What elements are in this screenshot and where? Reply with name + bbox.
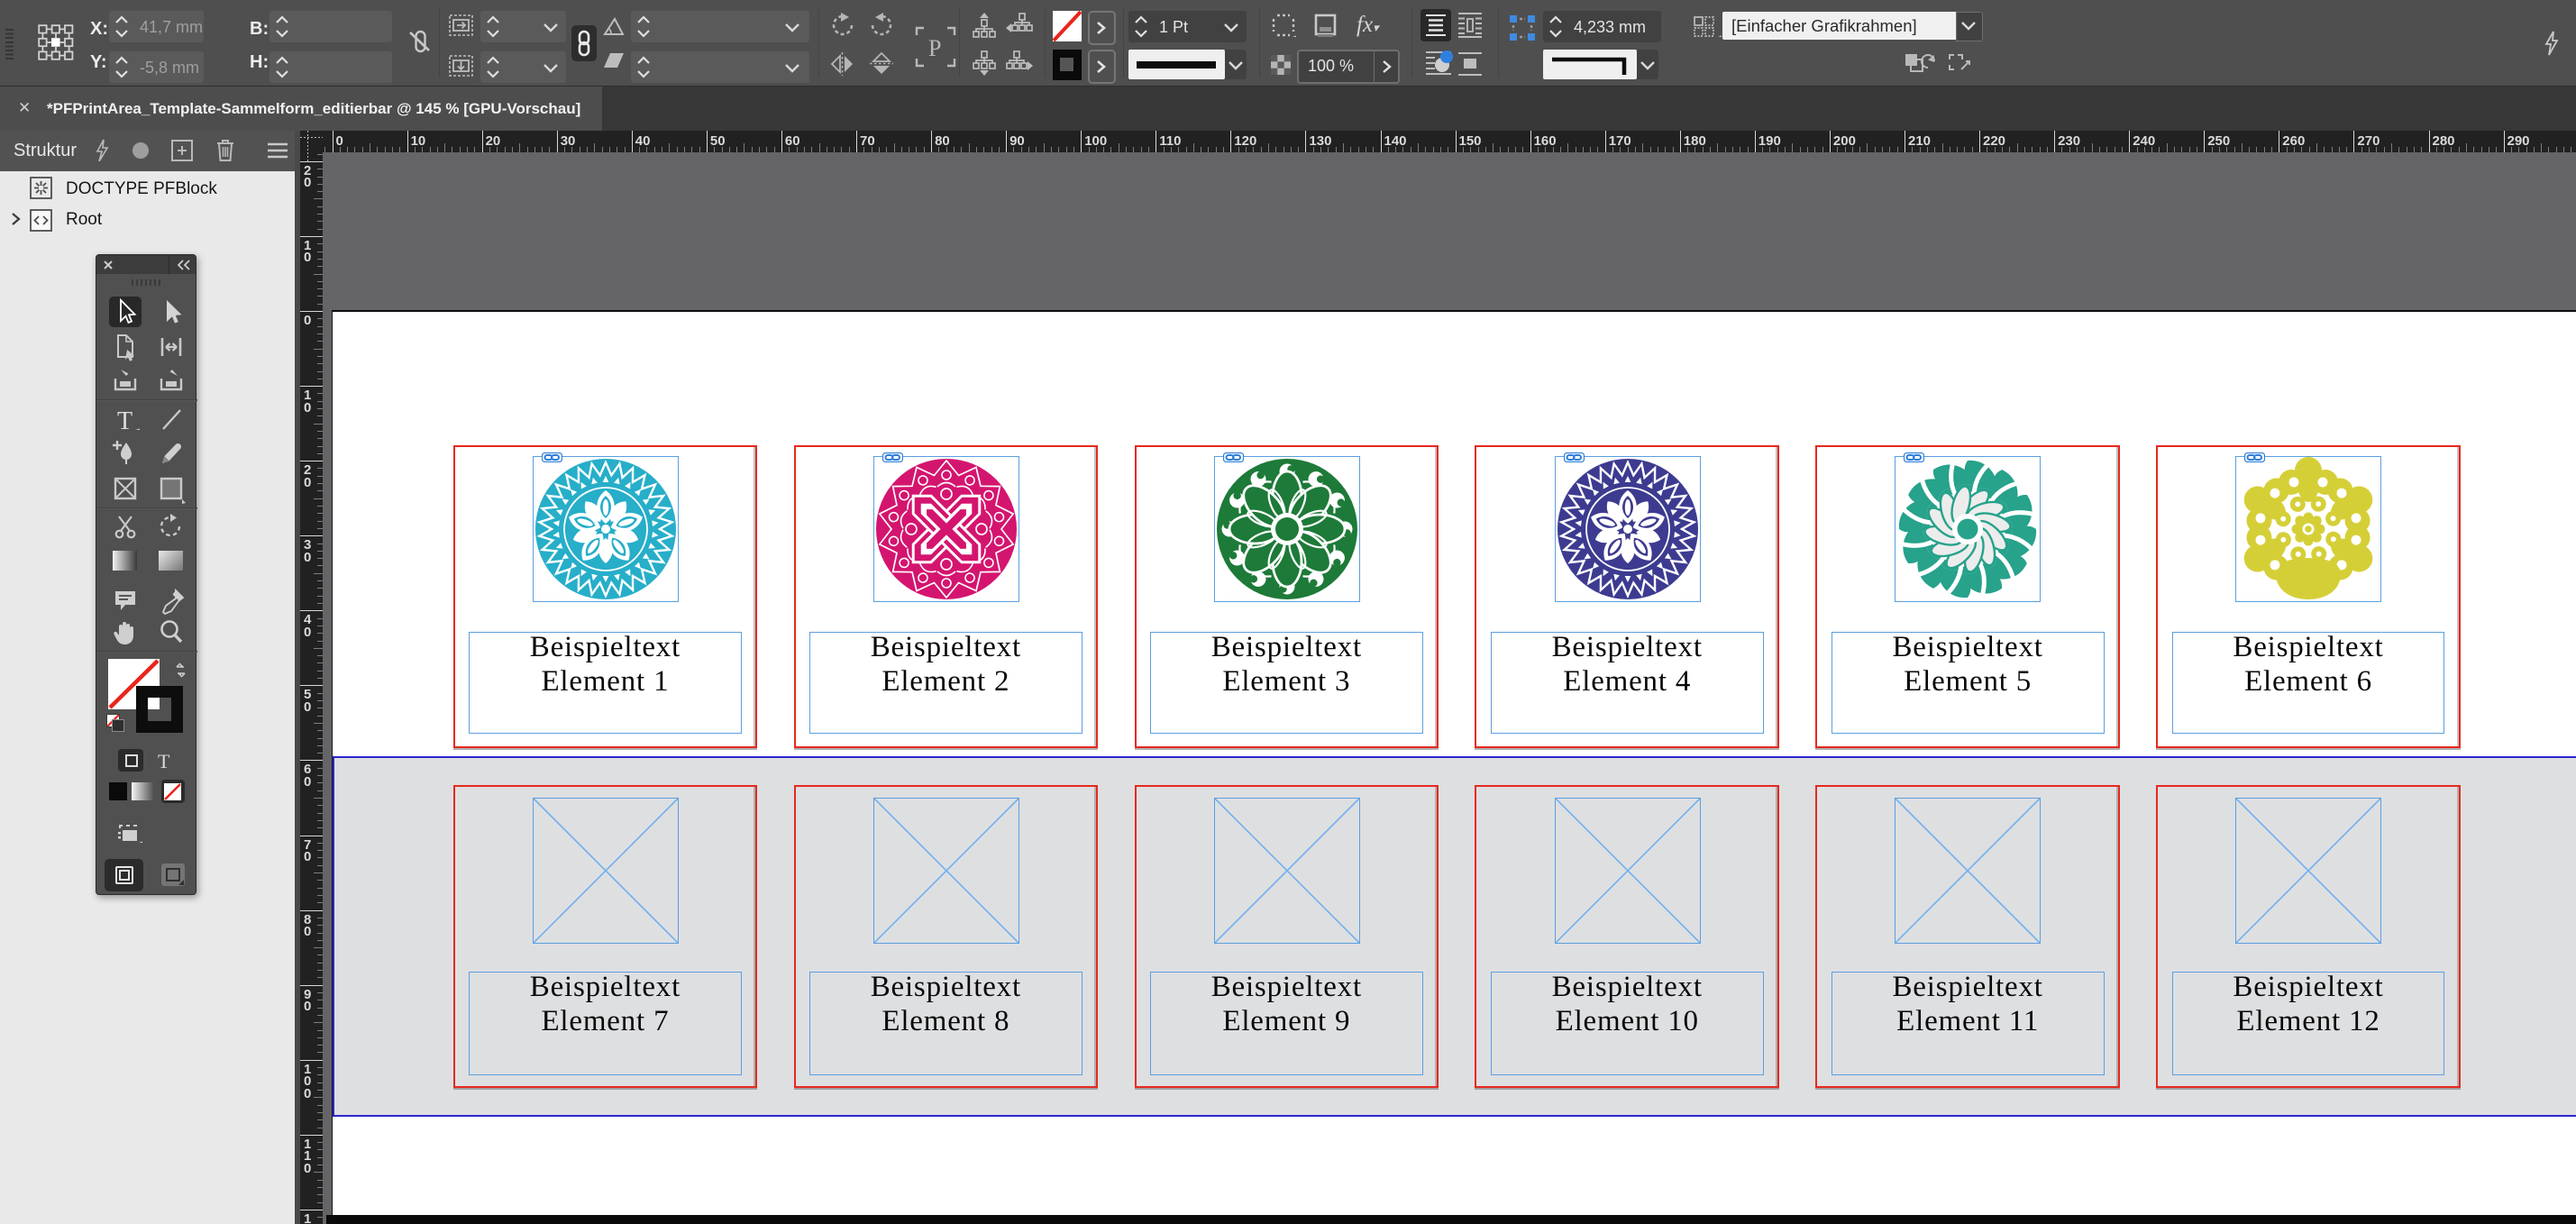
svg-text:T: T (117, 407, 132, 435)
svg-text:P: P (928, 35, 941, 61)
